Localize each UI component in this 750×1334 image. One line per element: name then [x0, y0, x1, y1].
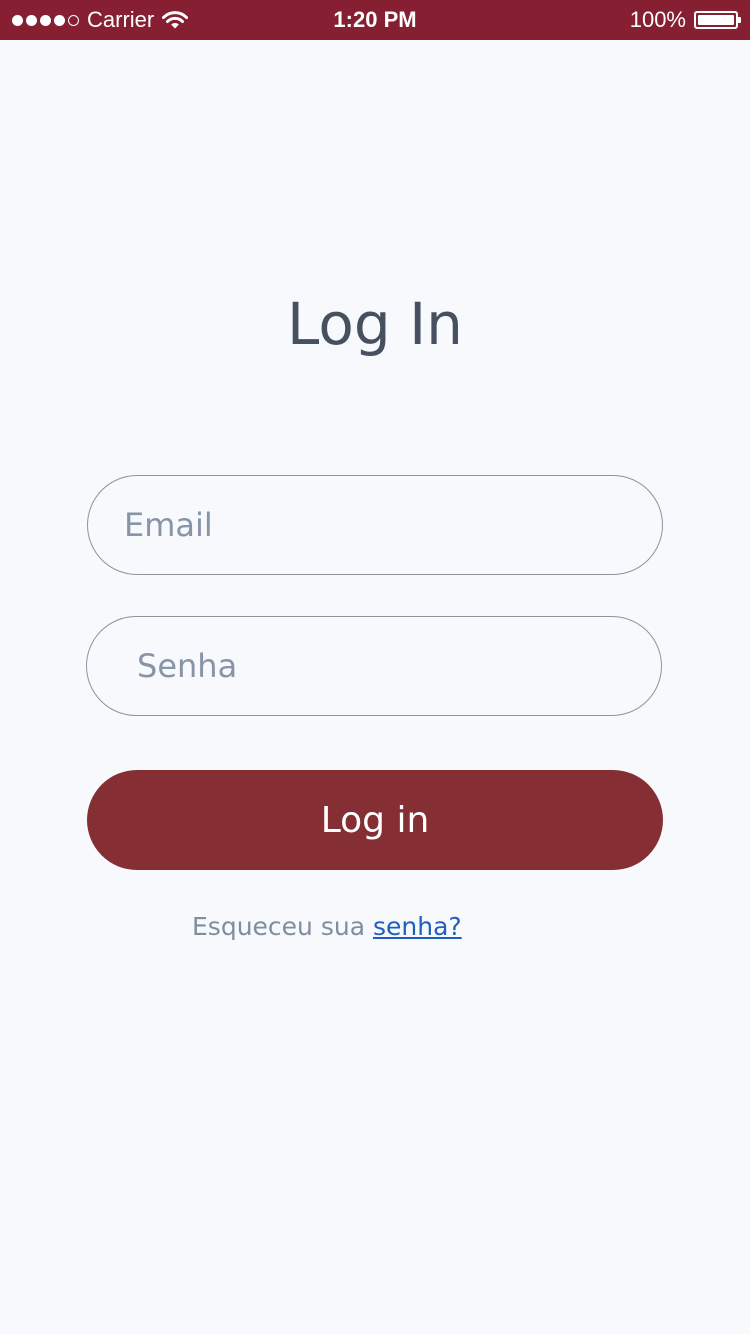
- password-field[interactable]: [86, 616, 662, 716]
- battery-tip: [738, 17, 741, 23]
- login-button[interactable]: Log in: [87, 770, 663, 870]
- status-bar: Carrier 1:20 PM 100%: [0, 0, 750, 40]
- battery-icon: [694, 11, 741, 29]
- page-title: Log In: [287, 290, 463, 358]
- status-right: 100%: [629, 0, 741, 40]
- battery-fill: [698, 15, 734, 25]
- forgot-password-prefix: Esqueceu sua: [192, 912, 366, 941]
- forgot-password-link[interactable]: senha?: [373, 912, 462, 941]
- forgot-password-text: Esqueceu sua senha?: [192, 912, 462, 941]
- email-field[interactable]: [87, 475, 663, 575]
- battery-percent: 100%: [629, 7, 686, 32]
